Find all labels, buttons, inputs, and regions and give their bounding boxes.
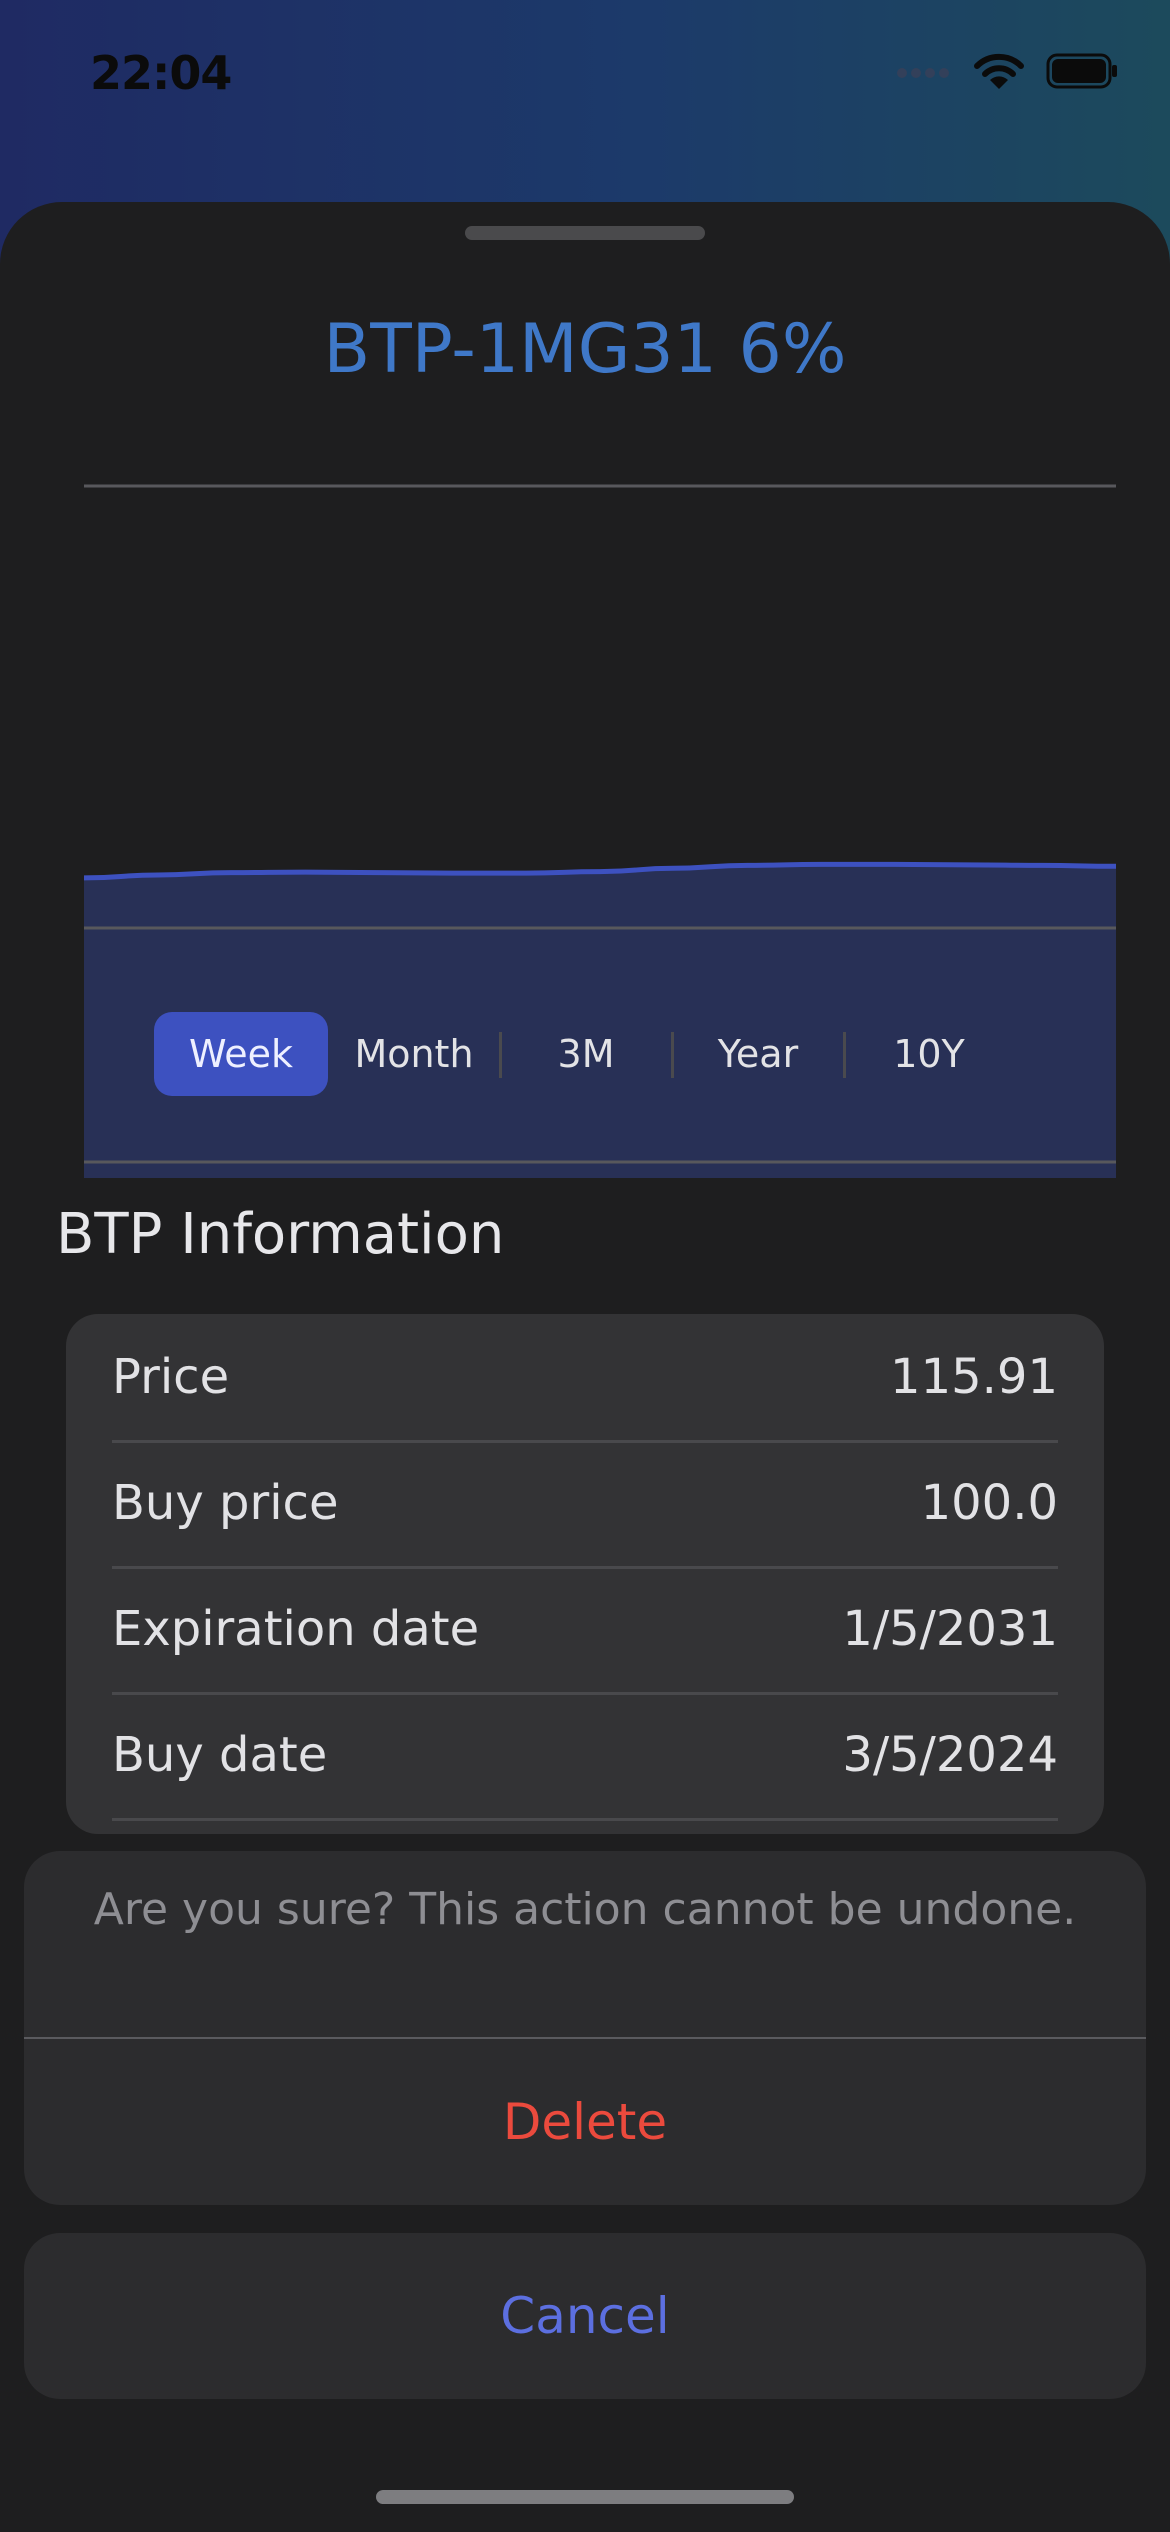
info-row-buy-date: Buy date 3/5/2024 [112,1692,1058,1821]
range-option-3m[interactable]: 3M [500,1012,672,1096]
info-label: Buy price [112,1475,339,1531]
page-title: BTP-1MG31 6% [323,310,847,389]
info-row-expiration-date: Expiration date 1/5/2031 [112,1566,1058,1695]
info-label: Expiration date [112,1601,480,1657]
wifi-icon [974,52,1024,94]
range-option-10y[interactable]: 10Y [844,1012,1014,1096]
delete-button[interactable]: Delete [24,2039,1146,2205]
sheet-grabber[interactable] [465,226,705,240]
delete-confirmation-sheet: Are you sure? This action cannot be undo… [24,1851,1146,2205]
range-option-month[interactable]: Month [328,1012,500,1096]
signal-icon [896,64,952,83]
info-label: Price [112,1349,230,1405]
status-icons [896,52,1118,94]
info-value: 3/5/2024 [842,1727,1058,1783]
section-heading: BTP Information [56,1202,505,1267]
range-selector: Week Month 3M Year 10Y [154,1012,1014,1096]
cancel-button[interactable]: Cancel [24,2233,1146,2399]
info-row-price: Price 115.91 [112,1314,1058,1443]
status-bar: 22:04 [0,0,1170,150]
info-row-buy-price: Buy price 100.0 [112,1440,1058,1569]
info-value: 115.91 [890,1349,1058,1405]
info-card: Price 115.91 Buy price 100.0 Expiration … [66,1314,1104,1834]
info-value: 100.0 [920,1475,1058,1531]
info-label: Buy date [112,1727,328,1783]
confirmation-message: Are you sure? This action cannot be undo… [93,1884,1077,1935]
info-value: 1/5/2031 [842,1601,1058,1657]
range-option-week[interactable]: Week [154,1012,328,1096]
range-option-year[interactable]: Year [672,1012,844,1096]
home-indicator [376,2490,794,2504]
status-time: 22:04 [90,46,232,100]
battery-icon [1046,53,1118,93]
